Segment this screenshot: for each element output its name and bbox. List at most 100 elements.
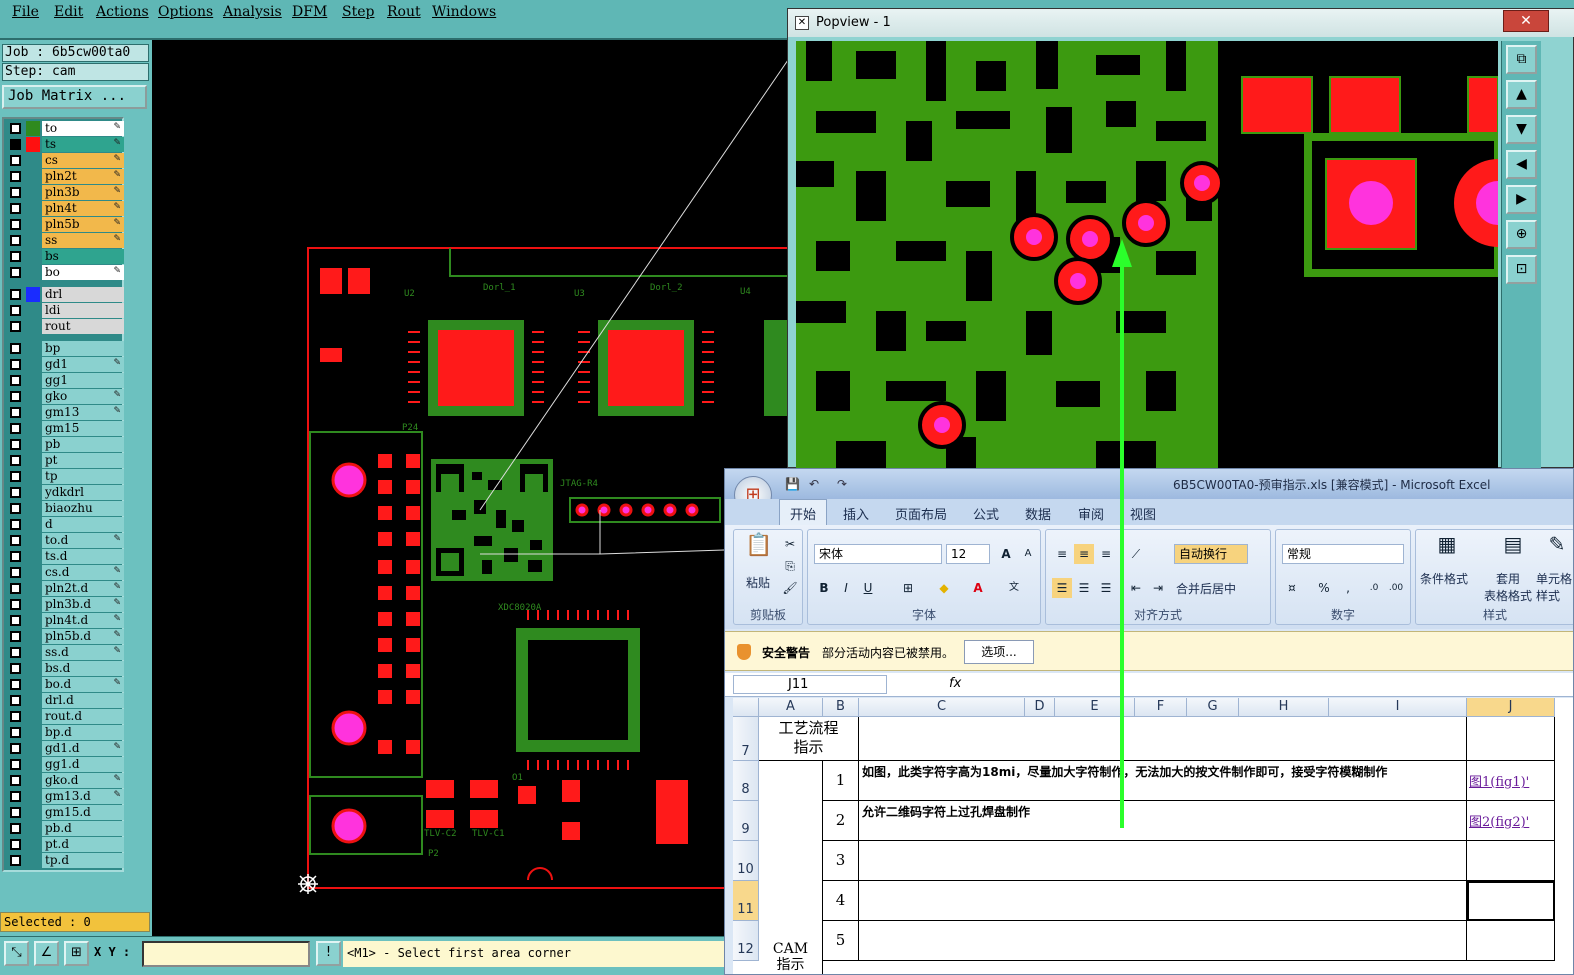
layer-checkbox[interactable]	[10, 203, 21, 214]
layer-name[interactable]: to	[42, 121, 124, 136]
layer-name[interactable]: pln5b.d	[42, 629, 124, 644]
number-format-select[interactable]: 常规	[1282, 544, 1404, 564]
layer-checkbox[interactable]	[10, 807, 21, 818]
layer-name[interactable]: cs.d	[42, 565, 124, 580]
layer-name[interactable]: gd1.d	[42, 741, 124, 756]
paste-label[interactable]: 粘贴	[746, 574, 770, 591]
menu-file[interactable]: File	[12, 4, 39, 20]
currency-icon[interactable]: ¤	[1282, 578, 1302, 598]
layer-checkbox[interactable]	[10, 305, 21, 316]
layer-name[interactable]: pb.d	[42, 821, 124, 836]
layer-checkbox[interactable]	[10, 551, 21, 562]
view-window-icon[interactable]: ⧉	[1506, 45, 1537, 74]
layer-color-swatch[interactable]	[26, 501, 40, 516]
conditional-format-label[interactable]: 条件格式	[1420, 570, 1468, 587]
layer-checkbox[interactable]	[10, 139, 21, 150]
layer-checkbox[interactable]	[10, 155, 21, 166]
column-header-g[interactable]: G	[1187, 698, 1239, 717]
layer-row[interactable]: pln2t ✎	[7, 169, 124, 184]
zoom-in-icon[interactable]: ⊕	[1506, 220, 1537, 249]
layer-checkbox[interactable]	[10, 267, 21, 278]
item-number[interactable]: 4	[823, 881, 859, 921]
layer-checkbox[interactable]	[10, 759, 21, 770]
menu-options[interactable]: Options	[158, 4, 213, 20]
tab-insert[interactable]: 插入	[843, 504, 869, 523]
layer-checkbox[interactable]	[10, 503, 21, 514]
row-header-8[interactable]: 8	[733, 761, 759, 801]
column-header-c[interactable]: C	[859, 698, 1025, 717]
layer-checkbox[interactable]	[10, 289, 21, 300]
layer-checkbox[interactable]	[10, 455, 21, 466]
layer-name[interactable]: pln3b	[42, 185, 124, 200]
layer-checkbox[interactable]	[10, 375, 21, 386]
layer-name[interactable]: pt	[42, 453, 124, 468]
cell-style-label[interactable]: 单元格 样式	[1536, 570, 1572, 604]
layer-name[interactable]: gg1.d	[42, 757, 124, 772]
fx-icon[interactable]: fx	[949, 676, 961, 691]
layer-checkbox[interactable]	[10, 855, 21, 866]
layer-color-swatch[interactable]	[26, 137, 40, 152]
arrow-down-icon[interactable]: ▼	[1506, 115, 1537, 144]
layer-color-swatch[interactable]	[26, 287, 40, 302]
layer-row[interactable]: cs ✎	[7, 153, 124, 168]
column-header-f[interactable]: F	[1135, 698, 1187, 717]
layer-color-swatch[interactable]	[26, 693, 40, 708]
layer-color-swatch[interactable]	[26, 169, 40, 184]
align-middle-icon[interactable]: ≡	[1074, 544, 1094, 564]
layer-color-swatch[interactable]	[26, 773, 40, 788]
layer-name[interactable]: gm13	[42, 405, 124, 420]
column-header-b[interactable]: B	[823, 698, 859, 717]
selected-cell-j11[interactable]	[1467, 881, 1555, 921]
row-header-10[interactable]: 10	[733, 841, 759, 881]
paste-icon[interactable]: 📋	[744, 535, 774, 566]
merge-center-button[interactable]: 合并后居中	[1176, 580, 1236, 597]
layer-checkbox[interactable]	[10, 487, 21, 498]
layer-checkbox[interactable]	[10, 583, 21, 594]
layer-row[interactable]: cs.d ✎	[7, 565, 124, 580]
layer-color-swatch[interactable]	[26, 201, 40, 216]
font-name-select[interactable]: 宋体	[814, 544, 942, 564]
format-painter-icon[interactable]: 🖌	[780, 578, 800, 598]
layer-name[interactable]: rout.d	[42, 709, 124, 724]
layer-checkbox[interactable]	[10, 727, 21, 738]
layer-name[interactable]: pln4t	[42, 201, 124, 216]
layer-name[interactable]: pln4t.d	[42, 613, 124, 628]
layer-row[interactable]: pln4t.d ✎	[7, 613, 124, 628]
layer-checkbox[interactable]	[10, 251, 21, 262]
wrap-text-button[interactable]: 自动换行	[1174, 544, 1248, 564]
align-left-icon[interactable]: ☰	[1052, 578, 1072, 598]
tab-home[interactable]: 开始	[779, 499, 828, 525]
menu-windows[interactable]: Windows	[432, 4, 496, 20]
layer-color-swatch[interactable]	[26, 249, 40, 264]
layer-row[interactable]: bs.d	[7, 661, 124, 676]
layer-checkbox[interactable]	[10, 567, 21, 578]
options-button[interactable]: 选项...	[964, 640, 1034, 664]
layer-color-swatch[interactable]	[26, 757, 40, 772]
pcb-view[interactable]: P24 P2 U2 U3 U4 O1 Dorl_1 Dorl_2 JTAG-R4…	[152, 40, 789, 936]
layer-color-swatch[interactable]	[26, 613, 40, 628]
layer-color-swatch[interactable]	[26, 153, 40, 168]
layer-row[interactable]: tp.d	[7, 853, 124, 868]
layer-checkbox[interactable]	[10, 791, 21, 802]
layer-row[interactable]: rout.d	[7, 709, 124, 724]
layer-color-swatch[interactable]	[26, 821, 40, 836]
layer-name[interactable]: ldi	[42, 303, 124, 318]
table-format-icon[interactable]: ▤	[1498, 534, 1528, 564]
layer-checkbox[interactable]	[10, 407, 21, 418]
layer-name[interactable]: ts.d	[42, 549, 124, 564]
column-header-a[interactable]: A	[759, 698, 823, 717]
column-header-d[interactable]: D	[1025, 698, 1055, 717]
layer-name[interactable]: tp.d	[42, 853, 124, 868]
layer-checkbox[interactable]	[10, 599, 21, 610]
item-text[interactable]: 如图，此类字符字高为18mi，尽量加大字符制作，无法加大的按文件制作即可，接受字…	[859, 761, 1467, 801]
layer-checkbox[interactable]	[10, 679, 21, 690]
layer-name[interactable]: ts	[42, 137, 124, 152]
layer-row[interactable]: gd1.d ✎	[7, 741, 124, 756]
item-link[interactable]: 图1(fig1)'	[1467, 761, 1555, 801]
tab-page-layout[interactable]: 页面布局	[895, 504, 947, 523]
decrease-decimal-icon[interactable]: .00	[1386, 578, 1406, 598]
layer-checkbox[interactable]	[10, 663, 21, 674]
layer-color-swatch[interactable]	[26, 581, 40, 596]
italic-icon[interactable]: I	[836, 578, 856, 598]
layer-row[interactable]: pln3b.d ✎	[7, 597, 124, 612]
